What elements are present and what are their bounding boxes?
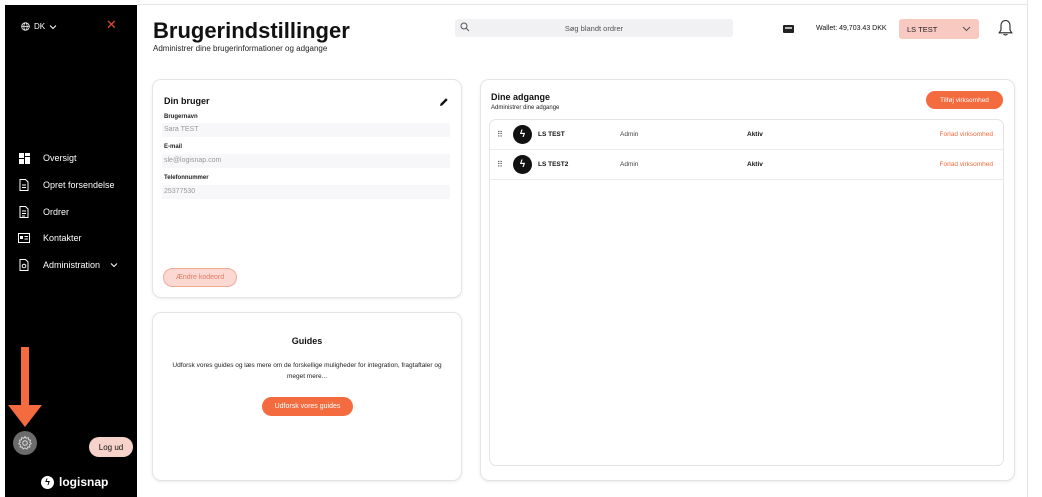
- contacts-icon: [17, 231, 31, 245]
- phone-label: Telefonnummer: [164, 175, 209, 181]
- sidebar-item-kontakter[interactable]: Kontakter: [17, 225, 132, 252]
- company-status: Aktiv: [747, 131, 763, 138]
- company-select[interactable]: LS TEST: [899, 19, 979, 39]
- search-placeholder: Søg blandt ordrer: [564, 23, 624, 33]
- sidebar-item-label: Opret forsendelse: [43, 180, 115, 191]
- create-shipment-icon: [17, 178, 31, 192]
- language-selector[interactable]: DK: [21, 22, 57, 31]
- sidebar-item-label: Administration: [43, 260, 101, 271]
- search-icon: [460, 22, 470, 34]
- drag-handle-icon[interactable]: ⠿: [497, 120, 503, 150]
- company-select-value: LS TEST: [907, 24, 938, 34]
- drag-handle-icon[interactable]: ⠿: [497, 150, 503, 180]
- notifications-bell-icon[interactable]: [998, 19, 1013, 42]
- explore-guides-button[interactable]: Udforsk vores guides: [262, 397, 353, 416]
- globe-icon: [21, 22, 30, 31]
- table-row: ⠿ ϟ LS TEST Admin Aktiv Forlad virksomhe…: [490, 120, 1003, 150]
- username-field: Sara TEST: [162, 123, 450, 137]
- orders-icon: [17, 205, 31, 219]
- top-divider: [137, 4, 1027, 5]
- search-input[interactable]: Søg blandt ordrer: [455, 19, 733, 37]
- logout-button[interactable]: Log ud: [89, 437, 133, 457]
- page-subtitle: Administrer dine brugerinformationer og …: [153, 44, 328, 53]
- wallet-icon: [783, 25, 794, 33]
- chevron-down-icon: [49, 24, 57, 30]
- settings-gear-icon[interactable]: [13, 431, 37, 455]
- email-field: sle@logisnap.com: [162, 154, 450, 168]
- guides-card: Guides Udforsk vores guides og læs mere …: [153, 313, 461, 480]
- sidebar-nav: Oversigt Opret forsendelse Ordrer Kontak…: [17, 145, 132, 278]
- sidebar-item-label: Kontakter: [43, 233, 82, 244]
- page-title: Brugerindstillinger: [153, 18, 350, 43]
- user-card-title: Din bruger: [164, 96, 210, 106]
- access-card-subtitle: Administrer dine adgange: [491, 105, 560, 111]
- right-divider: [1027, 0, 1028, 497]
- company-role: Admin: [620, 161, 639, 168]
- sidebar-item-administration[interactable]: Administration: [17, 252, 132, 279]
- company-status: Aktiv: [747, 161, 763, 168]
- chevron-down-icon: [962, 25, 971, 34]
- phone-field: 25377530: [162, 185, 450, 199]
- app: DK ✕ Oversigt Opret forsendelse Ordrer K…: [0, 0, 1042, 497]
- change-password-button[interactable]: Ændre kodeord: [163, 268, 237, 287]
- chevron-down-icon: [110, 260, 118, 270]
- logisnap-logo-icon: ϟ: [41, 475, 54, 489]
- dashboard-icon: [17, 151, 31, 165]
- language-label: DK: [34, 22, 46, 31]
- sidebar-item-label: Oversigt: [43, 153, 77, 164]
- company-logo-icon: ϟ: [513, 125, 532, 144]
- logisnap-logo: ϟ logisnap: [41, 475, 108, 489]
- user-card: Din bruger Brugernavn Sara TEST E-mail s…: [153, 80, 461, 297]
- guides-title: Guides: [291, 336, 323, 346]
- add-company-button[interactable]: Tilføj virksomhed: [926, 91, 1003, 109]
- company-logo-icon: ϟ: [513, 155, 532, 174]
- company-name: LS TEST2: [538, 161, 569, 168]
- company-name: LS TEST: [538, 131, 565, 138]
- administration-icon: [17, 258, 31, 272]
- access-card-title: Dine adgange: [491, 92, 551, 102]
- company-role: Admin: [620, 131, 639, 138]
- sidebar-item-opret-forsendelse[interactable]: Opret forsendelse: [17, 172, 132, 199]
- leave-company-link[interactable]: Forlad virksomhed: [940, 150, 993, 180]
- access-table: ⠿ ϟ LS TEST Admin Aktiv Forlad virksomhe…: [490, 120, 1003, 465]
- logo-text: logisnap: [59, 475, 109, 489]
- sidebar-item-oversigt[interactable]: Oversigt: [17, 145, 132, 172]
- username-label: Brugernavn: [164, 114, 198, 120]
- edit-pencil-icon[interactable]: [439, 94, 449, 112]
- sidebar-item-ordrer[interactable]: Ordrer: [17, 198, 132, 225]
- email-label: E-mail: [164, 144, 183, 150]
- close-sidebar-icon[interactable]: ✕: [106, 18, 117, 31]
- sidebar-item-label: Ordrer: [43, 206, 70, 217]
- wallet-balance: Wallet: 49,703.43 DKK: [816, 25, 887, 32]
- leave-company-link[interactable]: Forlad virksomhed: [940, 120, 993, 150]
- annotation-arrow-icon: [8, 347, 42, 427]
- access-card: Dine adgange Administrer dine adgange Ti…: [481, 80, 1014, 480]
- guides-text: Udforsk vores guides og læs mere om de f…: [172, 362, 442, 380]
- table-row: ⠿ ϟ LS TEST2 Admin Aktiv Forlad virksomh…: [490, 150, 1003, 180]
